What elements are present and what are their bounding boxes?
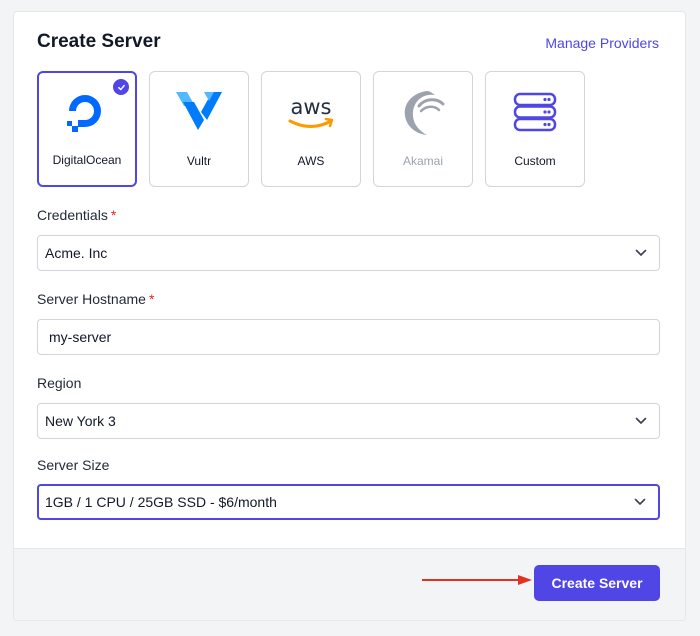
provider-aws[interactable]: aws AWS	[261, 71, 361, 187]
provider-digitalocean[interactable]: DigitalOcean	[37, 71, 137, 187]
region-value: New York 3	[45, 413, 116, 429]
provider-custom[interactable]: Custom	[485, 71, 585, 187]
hostname-label-text: Server Hostname	[37, 291, 146, 307]
annotation-arrow-icon	[422, 575, 532, 585]
svg-text:aws: aws	[291, 95, 332, 119]
selected-check-icon	[113, 79, 129, 95]
provider-selector: DigitalOcean Vultr aws AWS Akamai Custom	[37, 71, 585, 187]
chevron-down-icon	[634, 498, 646, 505]
provider-vultr[interactable]: Vultr	[149, 71, 249, 187]
provider-akamai[interactable]: Akamai	[373, 71, 473, 187]
credentials-select[interactable]: Acme. Inc	[37, 235, 660, 271]
chevron-down-icon	[635, 417, 647, 424]
hostname-input[interactable]: my-server	[37, 319, 660, 355]
aws-logo-icon: aws	[283, 86, 339, 138]
region-select[interactable]: New York 3	[37, 403, 660, 439]
provider-label: Custom	[514, 154, 556, 168]
provider-label: Vultr	[186, 154, 212, 168]
akamai-logo-icon	[395, 86, 451, 138]
create-server-card: Create Server Manage Providers DigitalOc…	[13, 11, 686, 621]
hostname-label: Server Hostname *	[37, 291, 154, 307]
hostname-value: my-server	[49, 329, 112, 345]
required-mark: *	[148, 291, 155, 307]
provider-label: AWS	[297, 154, 325, 168]
server-size-label: Server Size	[37, 457, 110, 473]
credentials-label: Credentials *	[37, 207, 116, 223]
vultr-logo-icon	[171, 86, 227, 138]
required-mark: *	[110, 207, 117, 223]
manage-providers-link[interactable]: Manage Providers	[545, 35, 659, 51]
provider-label: Akamai	[402, 154, 443, 168]
server-size-value: 1GB / 1 CPU / 25GB SSD - $6/month	[45, 494, 277, 510]
server-stack-icon	[507, 86, 563, 138]
create-server-button[interactable]: Create Server	[534, 565, 660, 601]
credentials-label-text: Credentials	[37, 207, 108, 223]
server-size-select[interactable]: 1GB / 1 CPU / 25GB SSD - $6/month	[37, 484, 660, 520]
region-label: Region	[37, 375, 82, 391]
chevron-down-icon	[635, 249, 647, 256]
provider-label: DigitalOcean	[52, 153, 122, 167]
page-title: Create Server	[37, 31, 161, 52]
card-footer: Create Server	[14, 548, 685, 620]
credentials-value: Acme. Inc	[45, 245, 108, 261]
digitalocean-logo-icon	[59, 87, 115, 139]
